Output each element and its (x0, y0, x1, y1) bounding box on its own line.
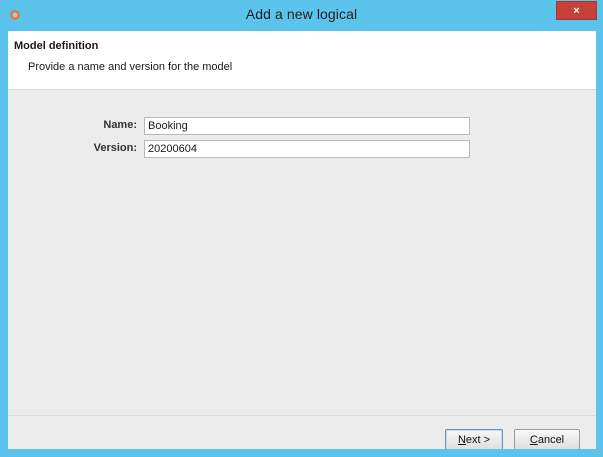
dialog-client-area: Model definition Provide a name and vers… (8, 31, 596, 449)
next-label: ext > (465, 434, 491, 446)
cancel-button[interactable]: Cancel (514, 429, 580, 449)
cancel-label: ancel (537, 434, 565, 446)
title-bar[interactable]: Add a new logical × (0, 0, 603, 31)
name-input[interactable] (144, 117, 470, 135)
version-input[interactable] (144, 140, 470, 158)
close-button[interactable]: × (556, 1, 597, 20)
header-title: Model definition (14, 40, 99, 52)
name-label: Name: (103, 119, 137, 131)
version-label: Version: (93, 142, 137, 154)
button-divider (8, 415, 596, 416)
header-panel: Model definition Provide a name and vers… (8, 31, 596, 90)
next-mnemonic: N (457, 434, 466, 446)
header-subtitle: Provide a name and version for the model (28, 61, 233, 73)
cancel-mnemonic: C (529, 434, 538, 446)
close-icon: × (573, 4, 580, 17)
window-title: Add a new logical (245, 6, 358, 22)
next-button[interactable]: Next > (445, 429, 503, 449)
dialog-window: Add a new logical × Model definition Pro… (0, 0, 603, 457)
